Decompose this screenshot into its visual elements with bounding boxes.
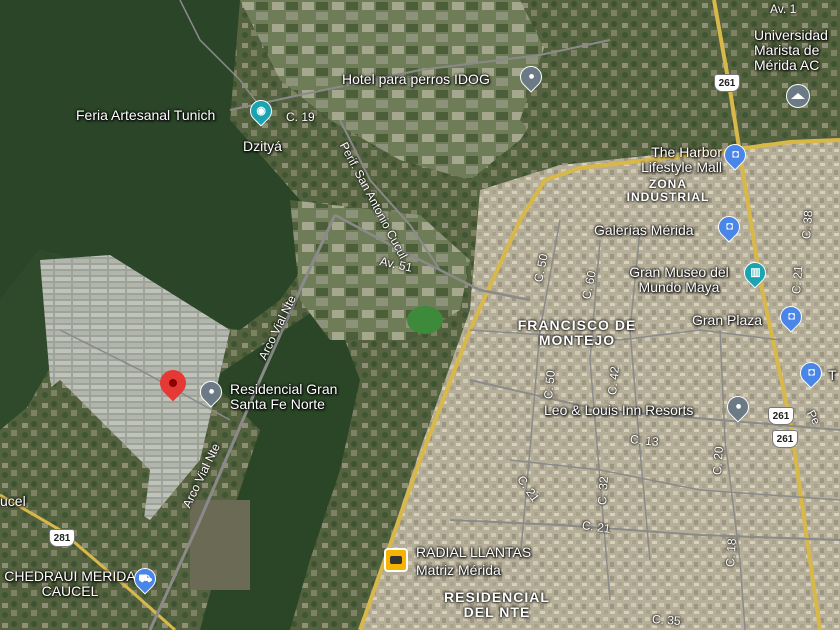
place-label-hotel-para-perros[interactable]: Hotel para perros IDOG bbox=[342, 72, 490, 87]
graduation-cap-icon[interactable] bbox=[786, 84, 810, 108]
place-label-chedraui[interactable]: CHEDRAUI MERIDA CAUCEL bbox=[0, 569, 140, 599]
place-label-gran-plaza[interactable]: Gran Plaza bbox=[692, 313, 762, 328]
area-label-zona-industrial: ZONA INDUSTRIAL bbox=[626, 177, 710, 204]
road-label-c21c: C. 21 bbox=[789, 264, 806, 295]
place-label-radial-sub: Matriz Mérida bbox=[416, 562, 501, 578]
highway-shield-261-east: 261 bbox=[768, 407, 794, 425]
road-label-c20: C. 20 bbox=[710, 445, 726, 476]
area-label-francisco-de-montejo: FRANCISCO DE MONTEJO bbox=[517, 317, 637, 348]
map-view[interactable]: C. 19 Perif. San Antonio Cucul Av. 51 Ar… bbox=[0, 0, 840, 630]
place-label-dzitya: Dzityá bbox=[243, 138, 282, 154]
highway-shield-261-north: 261 bbox=[714, 74, 740, 92]
highway-shield-261-east-2: 261 bbox=[772, 430, 798, 448]
highway-shield-281: 281 bbox=[49, 529, 75, 547]
place-label-galerias-merida[interactable]: Galerías Mérida bbox=[594, 223, 694, 238]
place-label-feria-artesanal[interactable]: Feria Artesanal Tunich bbox=[76, 108, 215, 123]
place-label-edge-t: T bbox=[828, 367, 837, 383]
place-label-the-harbor[interactable]: The Harbor Lifestyle Mall bbox=[612, 145, 722, 175]
road-label-c50b: C. 50 bbox=[541, 369, 558, 400]
place-label-universidad-marista[interactable]: Universidad Marista de Mérida AC bbox=[754, 28, 840, 73]
place-label-radial-llantas[interactable]: RADIAL LLANTAS bbox=[416, 545, 531, 560]
place-label-residencial-gran-santa-fe[interactable]: Residencial Gran Santa Fe Norte bbox=[230, 382, 360, 412]
tire-shop-icon[interactable] bbox=[384, 548, 408, 572]
place-label-caucel: ucel bbox=[0, 493, 26, 509]
road-label-c42: C. 42 bbox=[605, 365, 622, 396]
area-label-residencial-del-nte: RESIDENCIAL DEL NTE bbox=[444, 589, 550, 620]
road-label-c19: C. 19 bbox=[286, 110, 315, 124]
road-label-c38: C. 38 bbox=[799, 209, 816, 240]
road-label-av1: Av. 1 bbox=[770, 2, 797, 16]
road-label-c13: C. 13 bbox=[629, 432, 660, 449]
road-label-c32: C. 32 bbox=[595, 475, 611, 506]
road-label-c35: C. 35 bbox=[651, 612, 682, 628]
place-label-gran-museo[interactable]: Gran Museo del Mundo Maya bbox=[618, 265, 740, 295]
place-label-leo-louis[interactable]: Leo & Louis Inn Resorts bbox=[544, 403, 693, 418]
road-label-c18: C. 18 bbox=[723, 537, 739, 568]
